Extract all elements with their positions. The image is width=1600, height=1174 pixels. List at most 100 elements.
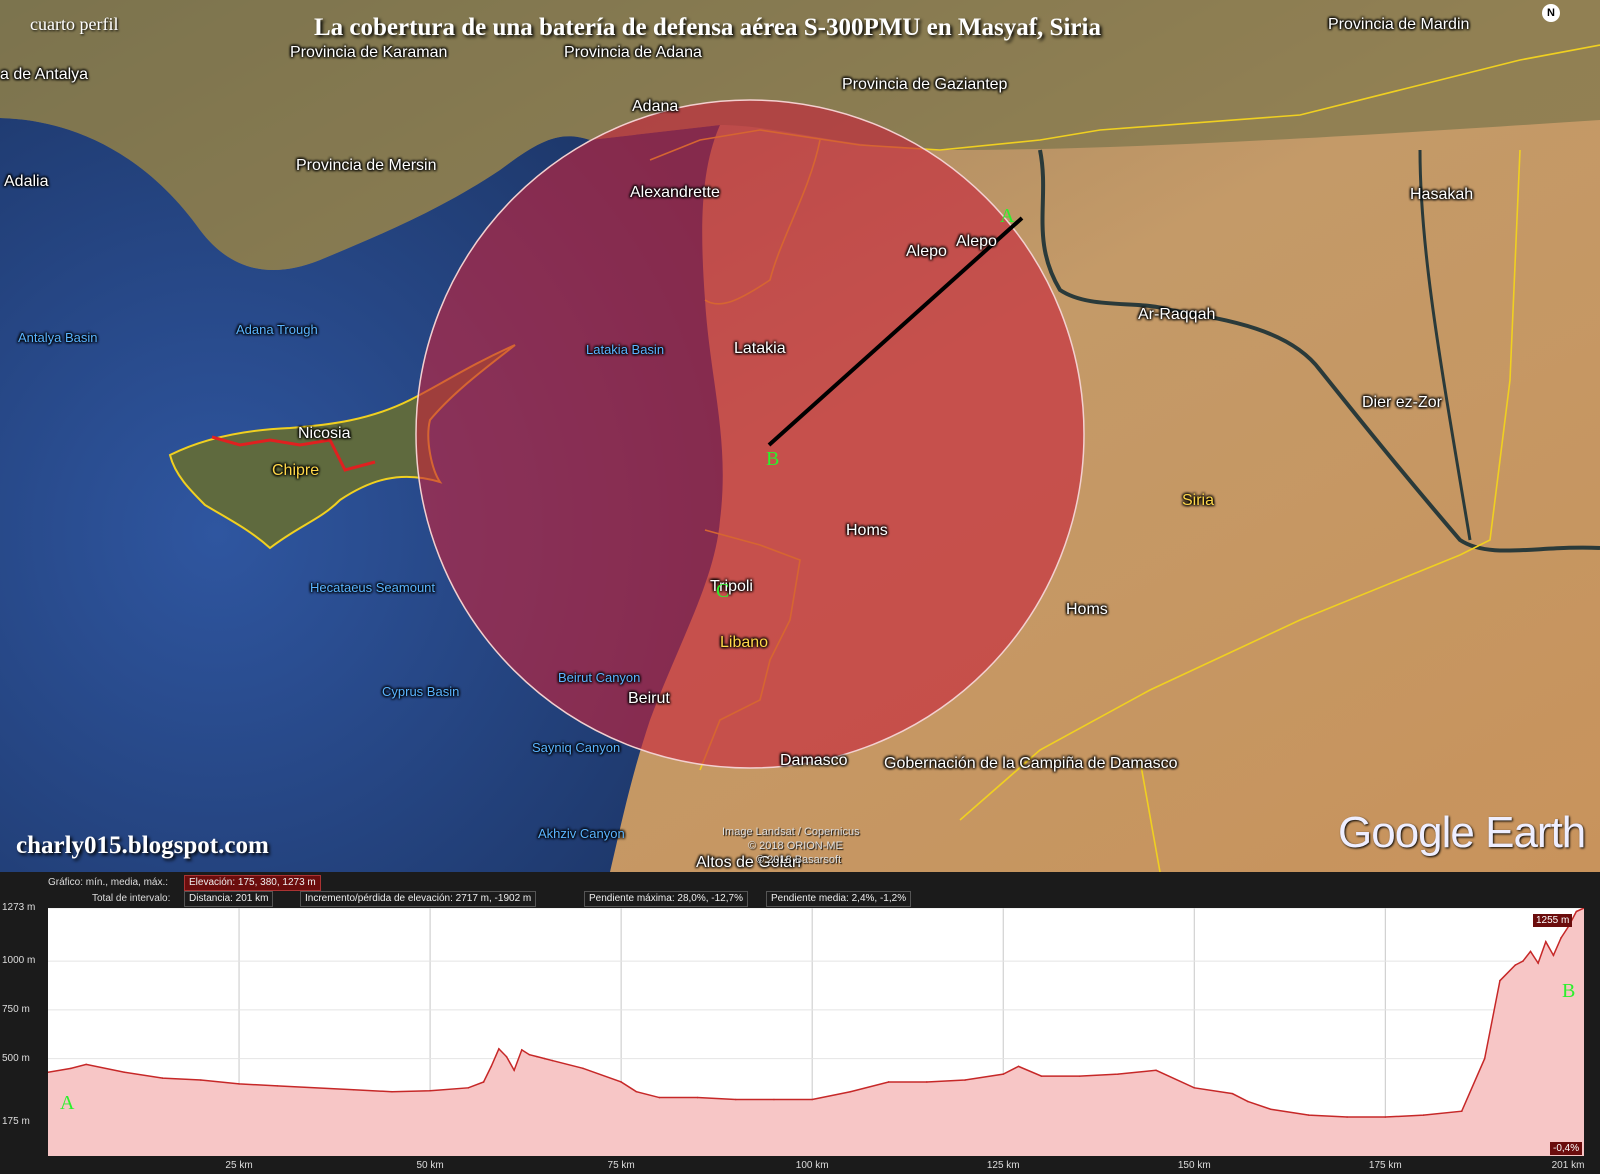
- imagery-credit-3: © 2018 Basarsoft: [756, 854, 842, 866]
- elevation-point-1: [70, 1067, 72, 1070]
- map-label-hecataeus-seamount: Hecataeus Seamount: [310, 580, 436, 595]
- elevation-point-36: [1040, 1075, 1043, 1077]
- elevation-point-42: [1246, 1100, 1249, 1103]
- elevation-point-30: [849, 1090, 852, 1093]
- elevation-point-19: [536, 1055, 538, 1058]
- elevation-point-17: [520, 1049, 523, 1051]
- point-b-marker[interactable]: B: [766, 448, 779, 471]
- map-label-antalya: a de Antalya: [0, 66, 89, 83]
- elevation-point-10: [429, 1089, 431, 1092]
- point-c-marker[interactable]: C: [716, 580, 729, 603]
- elevation-point-44: [1308, 1114, 1310, 1116]
- map-title: La cobertura de una batería de defensa a…: [314, 14, 1101, 41]
- map-label-damasco: Damasco: [780, 752, 848, 769]
- elevation-area: [48, 908, 1584, 1156]
- elevation-point-13: [490, 1065, 493, 1068]
- map-label-antalya-basin: Antalya Basin: [18, 330, 98, 345]
- elevation-point-33: [964, 1079, 966, 1081]
- stats-row1-label: Gráfico: mín., media, máx.:: [48, 877, 169, 888]
- imagery-credit-1: Image Landsat / Copernicus: [722, 826, 860, 838]
- elevation-point-28: [773, 1098, 775, 1101]
- elevation-point-38: [1117, 1073, 1119, 1075]
- map-label-sayniq-canyon: Sayniq Canyon: [532, 740, 621, 755]
- elevation-point-29: [811, 1098, 813, 1101]
- elevation-point-57: [1560, 937, 1562, 939]
- map-label-adana: Adana: [632, 98, 679, 115]
- elevation-point-15: [505, 1055, 508, 1058]
- elevation-point-22: [582, 1067, 584, 1070]
- map-label-cyprus-basin: Cyprus Basin: [382, 684, 460, 699]
- distance-stat: Distancia: 201 km: [184, 891, 274, 907]
- map-label-adana-trough: Adana Trough: [236, 322, 318, 337]
- map-label-akhziv-canyon: Akhziv Canyon: [538, 826, 625, 841]
- corner-note: cuarto perfil: [30, 14, 119, 34]
- elevation-point-43: [1269, 1108, 1272, 1111]
- elevation-point-51: [1514, 964, 1517, 966]
- map-label-chipre: Chipre: [272, 462, 320, 479]
- elevation-point-59: [1575, 910, 1578, 913]
- elevation-point-8: [352, 1088, 355, 1091]
- satellite-map[interactable]: cuarto perfil La cobertura de una baterí…: [0, 0, 1600, 872]
- elevation-point-50: [1499, 979, 1501, 982]
- map-label-campina-damasco: Gobernación de la Campiña de Damasco: [884, 755, 1178, 772]
- map-label-beirut-canyon: Beirut Canyon: [558, 670, 641, 685]
- map-label-karaman: Provincia de Karaman: [290, 44, 448, 61]
- elevation-point-3: [123, 1071, 126, 1074]
- map-label-alepo: Alepo: [906, 243, 947, 260]
- elevation-stat: Elevación: 175, 380, 1273 m: [184, 875, 321, 891]
- cursor-slope-tag: -0,4%: [1550, 1142, 1583, 1155]
- y-tick-label-2: 750 m: [2, 1003, 30, 1015]
- stats-row2-label: Total de intervalo:: [92, 893, 171, 904]
- cursor-elevation-tag: 1255 m: [1533, 914, 1573, 927]
- avg-slope-stat: Pendiente media: 2,4%, -1,2%: [766, 891, 912, 907]
- map-label-dier-ez-zor: Dier ez-Zor: [1362, 394, 1443, 411]
- map-label-gaziantep: Provincia de Gaziantep: [842, 76, 1008, 93]
- map-label-mardin: Provincia de Mardin: [1328, 16, 1470, 33]
- map-label-latakia: Latakia: [734, 340, 786, 357]
- map-label-adalia: Adalia: [4, 173, 49, 190]
- profile-end-label: B: [1562, 980, 1576, 1002]
- elevation-point-20: [543, 1057, 546, 1060]
- elevation-point-31: [887, 1081, 890, 1083]
- map-label-beirut: Beirut: [628, 690, 670, 707]
- elevation-point-56: [1552, 954, 1555, 957]
- point-a-marker[interactable]: A: [1000, 205, 1014, 228]
- elevation-chart[interactable]: [47, 907, 1585, 1156]
- map-label-latakia-basin: Latakia Basin: [586, 342, 665, 357]
- x-tick-label-1: 50 km: [416, 1160, 444, 1171]
- elevation-point-45: [1346, 1116, 1348, 1118]
- elevation-point-34: [1002, 1073, 1005, 1075]
- elevation-point-12: [482, 1081, 485, 1083]
- elevation-point-46: [1384, 1116, 1387, 1118]
- north-compass-icon[interactable]: N: [1542, 4, 1560, 22]
- y-tick-label-0: 1273 m: [2, 902, 36, 913]
- elevation-point-21: [551, 1059, 554, 1062]
- s300-coverage-circle: [415, 99, 1085, 769]
- elevation-point-35: [1017, 1065, 1020, 1068]
- map-label-ar-raqqah: Ar-Raqqah: [1138, 306, 1216, 323]
- blog-watermark: charly015.blogspot.com: [16, 832, 269, 859]
- elevation-point-4: [161, 1077, 164, 1079]
- elevation-point-27: [734, 1098, 737, 1101]
- x-tick-label-0: 25 km: [225, 1160, 253, 1171]
- elevation-point-55: [1544, 940, 1547, 943]
- elevation-point-48: [1460, 1110, 1463, 1112]
- x-tick-label-2: 75 km: [607, 1160, 635, 1171]
- elevation-chart-svg: [47, 907, 1585, 1156]
- elevation-point-23: [620, 1081, 622, 1083]
- elevation-line: [47, 907, 1585, 1118]
- elevation-point-11: [467, 1087, 470, 1089]
- elevation-point-14: [498, 1048, 500, 1050]
- max-slope-stat: Pendiente máxima: 28,0%, -12,7%: [584, 891, 748, 907]
- map-label-hasakah: Hasakah: [1410, 186, 1474, 203]
- map-label-alepo-2: Alepo: [956, 233, 997, 250]
- elevation-point-54: [1537, 962, 1539, 964]
- map-label-siria: Siria: [1182, 492, 1215, 509]
- map-label-adana-province: Provincia de Adana: [564, 44, 702, 61]
- elevation-point-26: [696, 1096, 699, 1099]
- profile-start-label: A: [60, 1092, 75, 1114]
- elevation-point-49: [1483, 1057, 1486, 1060]
- map-label-libano: Libano: [720, 634, 769, 651]
- elevation-point-25: [658, 1096, 661, 1099]
- elevation-point-40: [1193, 1087, 1196, 1089]
